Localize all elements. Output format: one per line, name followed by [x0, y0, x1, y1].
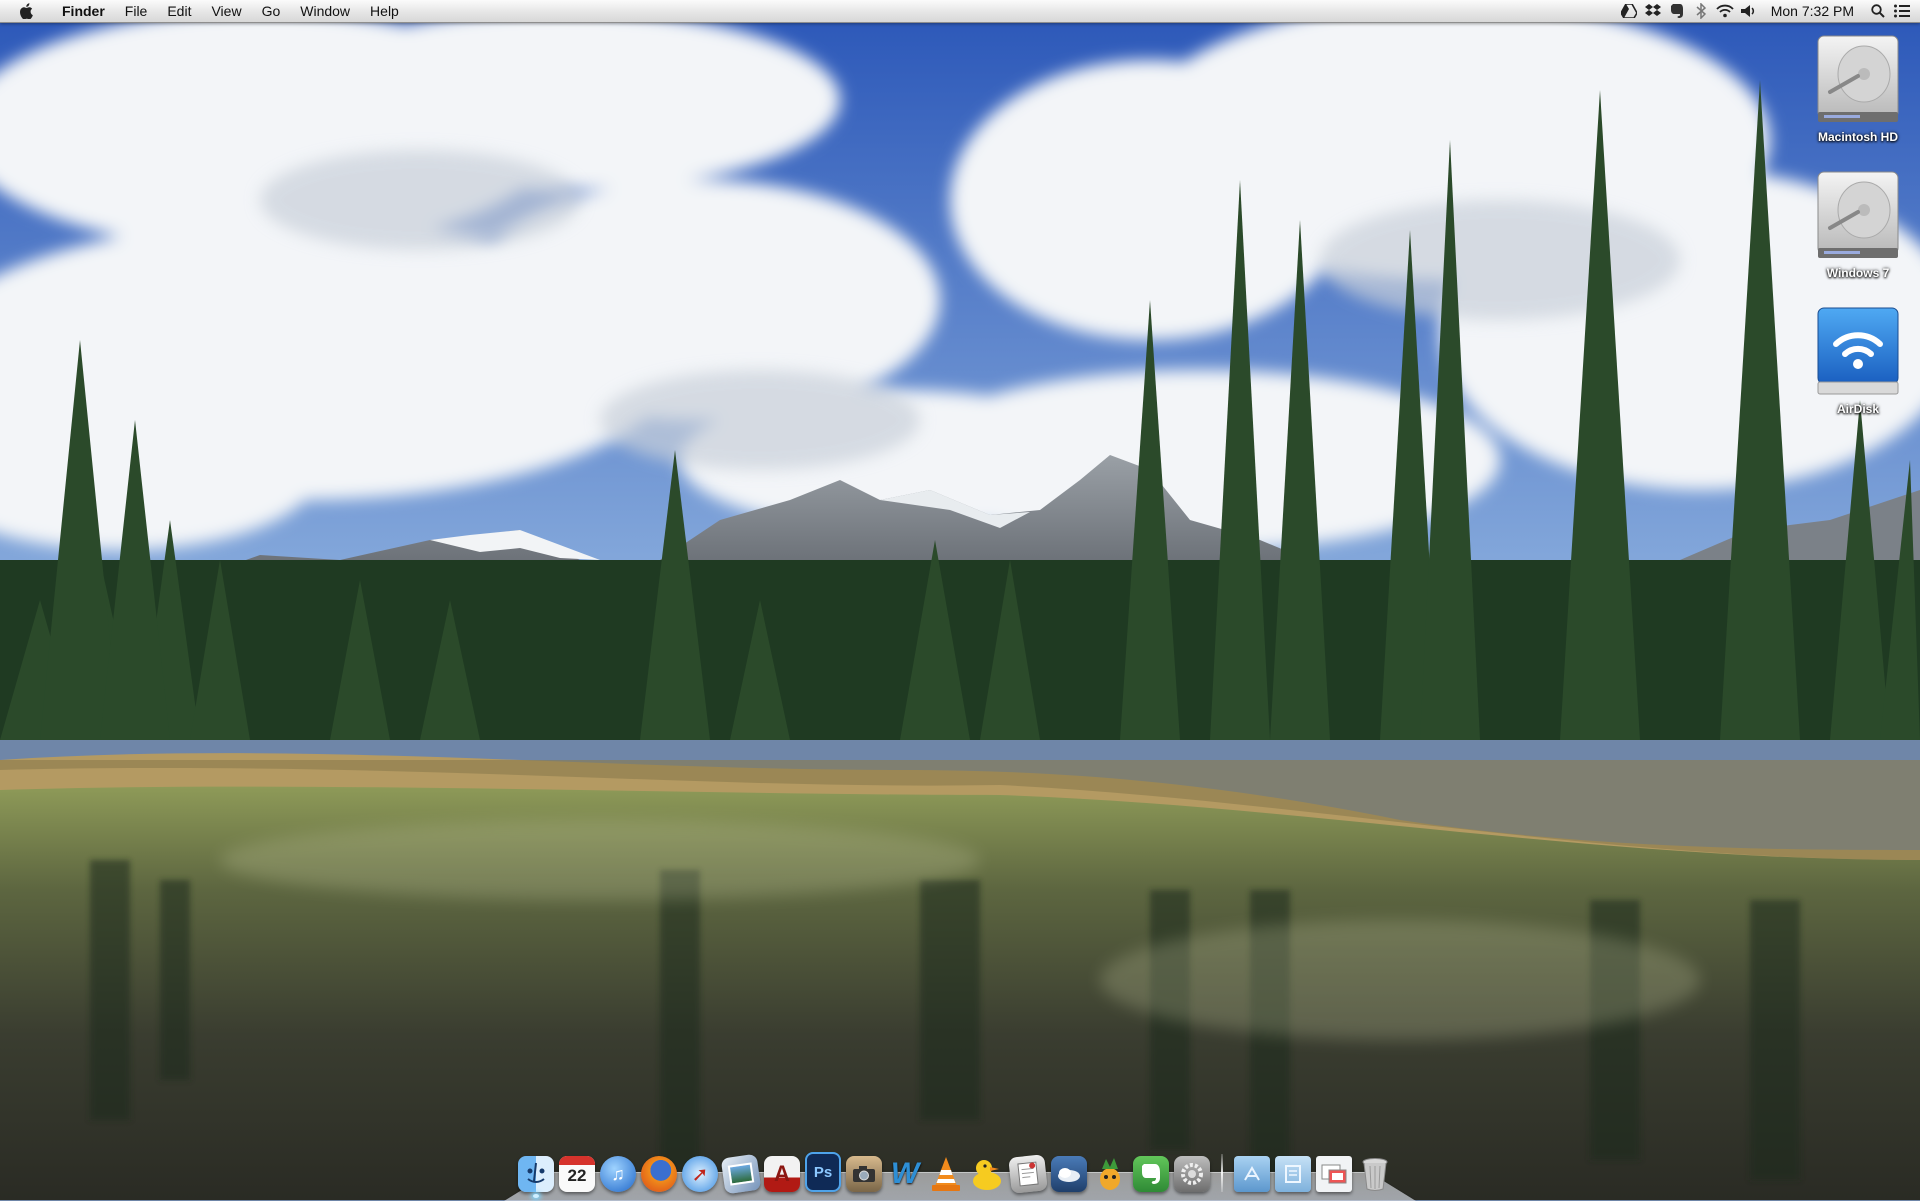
- hard-drive-icon: [1817, 35, 1899, 122]
- dock-item-calendar[interactable]: 22: [559, 1152, 595, 1192]
- desktop-wallpaper: [0, 0, 1920, 1200]
- weather-icon: [1051, 1156, 1087, 1192]
- airdisk-wifi-icon: [1817, 307, 1899, 395]
- apple-icon[interactable]: [16, 0, 38, 22]
- wifi-icon[interactable]: [1713, 0, 1737, 22]
- firefox-icon: [641, 1156, 677, 1192]
- menu-extras: Mon 7:32 PM: [1617, 0, 1920, 22]
- dock-item-firefox[interactable]: [641, 1152, 677, 1192]
- google-drive-icon[interactable]: [1617, 0, 1641, 22]
- desktop-icon-label: Windows 7: [1826, 266, 1890, 280]
- menu-go[interactable]: Go: [252, 0, 291, 22]
- bluetooth-icon[interactable]: [1689, 0, 1713, 22]
- evernote-icon[interactable]: [1665, 0, 1689, 22]
- dock-item-finder[interactable]: [518, 1152, 554, 1198]
- safari-icon: ➚: [682, 1156, 718, 1192]
- dock-item-trash[interactable]: [1357, 1152, 1393, 1192]
- dock-item-script-editor[interactable]: [1008, 1152, 1048, 1194]
- finder-icon: [518, 1156, 554, 1192]
- word-icon: W: [890, 1157, 920, 1190]
- calendar-icon: 22: [559, 1156, 595, 1192]
- menu-bar: Finder File Edit View Go Window Help Mon…: [0, 0, 1920, 23]
- vlc-icon: [928, 1156, 964, 1192]
- dock-stack-documents[interactable]: [1275, 1152, 1311, 1192]
- dock-item-word[interactable]: W: [887, 1152, 923, 1192]
- dock-item-iphoto[interactable]: [720, 1152, 762, 1195]
- dock: 22 ♫ ➚ A Ps W: [518, 1148, 1393, 1198]
- dock-item-vlc[interactable]: [928, 1152, 964, 1192]
- adium-icon: [1092, 1156, 1128, 1192]
- dropbox-icon[interactable]: [1641, 0, 1665, 22]
- menu-edit[interactable]: Edit: [157, 0, 201, 22]
- system-preferences-icon: [1174, 1156, 1210, 1192]
- script-editor-icon: [1008, 1154, 1048, 1194]
- dock-stack-applications[interactable]: [1234, 1152, 1270, 1192]
- calendar-day: 22: [567, 1166, 587, 1185]
- dock-item-evernote[interactable]: [1133, 1152, 1169, 1192]
- cyberduck-icon: [969, 1156, 1005, 1192]
- applications-folder-icon: [1234, 1156, 1270, 1192]
- desktop-icon-airdisk[interactable]: AirDisk: [1798, 304, 1918, 416]
- dock-item-photoshop[interactable]: Ps: [805, 1152, 841, 1192]
- desktop-icon-label: Macintosh HD: [1817, 130, 1898, 144]
- dock-item-acrobat[interactable]: A: [764, 1152, 800, 1192]
- notification-center-icon[interactable]: [1890, 0, 1914, 22]
- dock-item-preview[interactable]: [1316, 1152, 1352, 1192]
- menu-app-finder[interactable]: Finder: [52, 0, 115, 22]
- dock-item-system-preferences[interactable]: [1174, 1152, 1210, 1192]
- desktop-icon-label: AirDisk: [1836, 402, 1880, 416]
- dock-item-weather[interactable]: [1051, 1152, 1087, 1192]
- image-capture-icon: [846, 1156, 882, 1192]
- documents-folder-icon: [1275, 1156, 1311, 1192]
- menu-clock[interactable]: Mon 7:32 PM: [1761, 0, 1866, 22]
- desktop-icon-macintosh-hd[interactable]: Macintosh HD: [1798, 32, 1918, 144]
- photoshop-icon: Ps: [805, 1152, 841, 1192]
- dock-item-image-capture[interactable]: [846, 1152, 882, 1192]
- dock-item-itunes[interactable]: ♫: [600, 1152, 636, 1192]
- spotlight-search-icon[interactable]: [1866, 0, 1890, 22]
- dock-separator: [1221, 1154, 1223, 1192]
- menu-view[interactable]: View: [201, 0, 251, 22]
- menu-window[interactable]: Window: [290, 0, 360, 22]
- preview-icon: [1316, 1156, 1352, 1192]
- itunes-icon: ♫: [600, 1156, 636, 1192]
- dock-item-safari[interactable]: ➚: [682, 1152, 718, 1192]
- hard-drive-icon: [1817, 171, 1899, 258]
- desktop-icon-windows-7[interactable]: Windows 7: [1798, 168, 1918, 280]
- menu-file[interactable]: File: [115, 0, 158, 22]
- trash-icon: [1357, 1156, 1393, 1192]
- dock-item-adium[interactable]: [1092, 1152, 1128, 1192]
- iphoto-icon: [720, 1153, 762, 1195]
- volume-icon[interactable]: [1737, 0, 1761, 22]
- acrobat-icon: A: [764, 1156, 800, 1192]
- evernote-app-icon: [1133, 1156, 1169, 1192]
- menu-help[interactable]: Help: [360, 0, 409, 22]
- running-indicator: [533, 1194, 539, 1198]
- dock-item-cyberduck[interactable]: [969, 1152, 1005, 1192]
